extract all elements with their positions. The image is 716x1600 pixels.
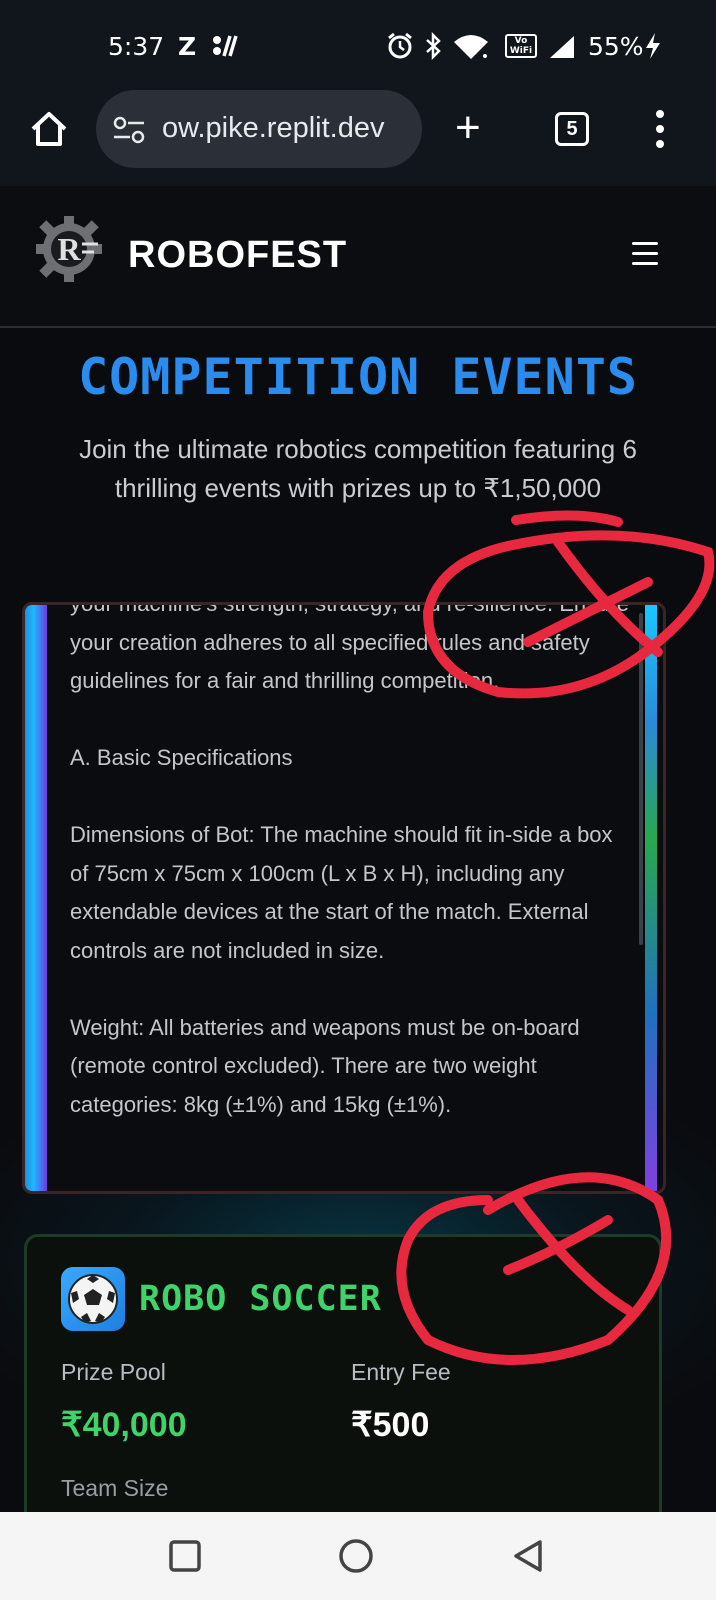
status-time: 5:37	[108, 32, 165, 61]
home-icon	[31, 112, 67, 146]
rules-paragraph: Dimensions of Bot: The machine should fi…	[70, 822, 613, 963]
hamburger-menu-button[interactable]	[632, 242, 658, 272]
tab-switcher-button[interactable]: 5	[555, 112, 589, 146]
entry-fee-label: Entry Fee	[351, 1359, 451, 1385]
carrier-icon: Z	[178, 32, 197, 61]
system-navigation-bar	[0, 1512, 716, 1600]
home-button[interactable]	[28, 108, 70, 150]
home-circle-icon	[339, 1539, 373, 1573]
rules-scrollbar[interactable]	[639, 613, 643, 945]
back-icon	[514, 1540, 542, 1572]
panel-left-accent	[25, 605, 47, 1191]
page-subtitle: Join the ultimate robotics competition f…	[79, 434, 637, 503]
rules-text: your machine's strength, strategy, and r…	[70, 602, 630, 1163]
charging-bolt-icon	[644, 32, 662, 66]
cell-signal-icon	[548, 34, 576, 66]
robofest-logo[interactable]: R	[34, 214, 104, 284]
status-bar: 5:37 Z Vo WiFi 55%	[0, 0, 716, 90]
page-content: COMPETITION EVENTS Join the ultimate rob…	[0, 330, 716, 1512]
gear-logo-icon: R	[36, 216, 102, 282]
event-name: ROBO SOCCER	[139, 1279, 382, 1319]
recent-apps-icon	[169, 1540, 201, 1572]
battery-percent: 55%	[588, 32, 644, 61]
entry-fee-value: ₹500	[351, 1406, 430, 1444]
overflow-menu-button[interactable]	[656, 110, 664, 155]
bluetooth-icon	[424, 31, 442, 66]
site-settings-icon[interactable]	[112, 116, 146, 149]
page-title: COMPETITION EVENTS	[78, 348, 638, 406]
rules-paragraph: your machine's strength, strategy, and r…	[70, 602, 629, 693]
rules-heading: A. Basic Specifications	[70, 745, 293, 770]
wifi-icon	[452, 34, 490, 66]
new-tab-button[interactable]: +	[455, 106, 481, 150]
address-bar[interactable]: ow.pike.replit.dev	[96, 90, 422, 168]
rules-scroll-panel[interactable]: your machine's strength, strategy, and r…	[22, 602, 666, 1194]
site-header: R ROBOFEST	[0, 186, 716, 328]
url-text[interactable]: ow.pike.replit.dev	[162, 112, 384, 145]
panel-right-accent	[645, 605, 657, 1191]
brand-name[interactable]: ROBOFEST	[128, 234, 347, 277]
prize-pool-label: Prize Pool	[61, 1359, 166, 1385]
event-card-robo-soccer[interactable]: ROBO SOCCER Prize Pool ₹40,000 Entry Fee…	[24, 1234, 662, 1512]
alarm-icon	[386, 32, 414, 66]
prize-pool-value: ₹40,000	[61, 1406, 187, 1444]
vowifi-icon: Vo WiFi	[505, 34, 537, 58]
team-size-label: Team Size	[61, 1475, 169, 1501]
browser-toolbar: ow.pike.replit.dev + 5	[0, 90, 716, 276]
rules-paragraph: Weight: All batteries and weapons must b…	[70, 1014, 580, 1117]
svg-text:R: R	[57, 231, 81, 267]
data-signal-icon	[212, 34, 238, 64]
soccer-ball-icon	[61, 1267, 125, 1331]
